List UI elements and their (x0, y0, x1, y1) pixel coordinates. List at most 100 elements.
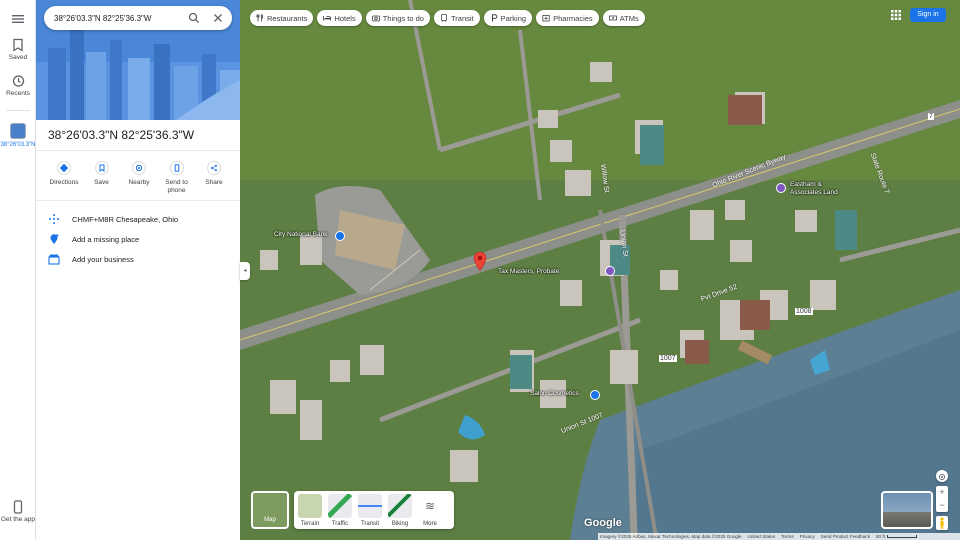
search-box[interactable] (44, 6, 232, 30)
street-view-thumbnail[interactable] (881, 491, 933, 529)
transit-thumbnail (358, 494, 382, 518)
add-missing-place-text: Add a missing place (72, 234, 140, 244)
send-to-phone-label: Send to phone (165, 179, 188, 194)
chip-pharmacies[interactable]: Pharmacies (536, 10, 599, 26)
route-shield-1008: 1008 (795, 308, 813, 315)
map-layer-label: Map (264, 517, 276, 523)
location-pin-icon[interactable] (473, 251, 487, 271)
apps-grid-icon[interactable] (890, 9, 902, 21)
saved-button[interactable]: Saved (0, 38, 36, 61)
chip-things-to-do-label: Things to do (382, 13, 424, 23)
map-layer-toggle[interactable]: Map (251, 491, 289, 529)
chip-pharmacies-label: Pharmacies (553, 13, 593, 23)
get-app-label: Get the app (1, 516, 35, 523)
privacy-link[interactable]: Privacy (800, 533, 815, 540)
zoom-control: + − (936, 486, 948, 512)
recent-place-thumbnail[interactable] (10, 123, 26, 139)
layers-stack-icon: ≋ (418, 494, 442, 518)
recents-button[interactable]: Recents (0, 74, 36, 97)
chip-parking-label: Parking (500, 13, 527, 23)
zoom-in-button[interactable]: + (936, 486, 948, 499)
imagery-attribution: Imagery ©2025 Airbus, Maxar Technologies… (600, 534, 742, 539)
share-button[interactable]: Share (196, 161, 232, 201)
poi-label-bank[interactable]: City National Bank (274, 231, 327, 238)
chip-hotels-label: Hotels (334, 13, 356, 23)
crosshair-icon (938, 473, 946, 481)
phone-icon (13, 500, 23, 514)
layer-more[interactable]: ≋ More (418, 494, 442, 527)
directions-button[interactable]: Directions (46, 161, 82, 201)
search-icon[interactable] (188, 12, 200, 24)
atm-icon (608, 15, 617, 21)
poi-label-salon[interactable]: Salon Cosmetics (530, 390, 579, 397)
biking-thumbnail (388, 494, 412, 518)
search-input[interactable] (54, 11, 179, 25)
add-business-row[interactable]: Add your business (48, 250, 134, 268)
send-to-phone-button[interactable]: Send to phone (159, 161, 195, 201)
service-pin-icon[interactable] (605, 266, 615, 276)
save-button[interactable]: Save (84, 161, 120, 201)
traffic-thumbnail (328, 494, 352, 518)
saved-label: Saved (8, 54, 28, 61)
chip-restaurants[interactable]: Restaurants (250, 10, 314, 26)
sign-in-button[interactable]: Sign in (910, 8, 946, 22)
bank-pin-icon[interactable] (335, 231, 345, 241)
transit-icon (441, 14, 447, 22)
recent-place-label[interactable]: 38°26'03.3"N (0, 142, 36, 149)
chip-restaurants-label: Restaurants (267, 13, 308, 23)
shop-pin-icon[interactable] (590, 390, 600, 400)
save-label: Save (94, 179, 109, 186)
bookmark-icon (13, 38, 23, 52)
layer-transit-label: Transit (360, 521, 380, 527)
layer-terrain[interactable]: Terrain (298, 494, 322, 527)
category-chips: Restaurants Hotels Things to do Transit … (250, 10, 645, 28)
layer-terrain-label: Terrain (300, 521, 320, 527)
plus-code-row[interactable]: CHMF+M8R Chesapeake, Ohio (48, 210, 178, 228)
layer-biking-label: Biking (391, 521, 409, 527)
feedback-link[interactable]: Send Product Feedback (821, 533, 870, 540)
title-divider (36, 150, 240, 151)
plus-code-icon (49, 214, 59, 224)
terms-link[interactable]: Terms (781, 533, 794, 540)
share-icon (207, 161, 221, 175)
chevron-left-icon: ◂ (243, 268, 247, 274)
chip-transit[interactable]: Transit (433, 10, 480, 26)
poi-label-eastham[interactable]: Eastham & (790, 181, 822, 188)
zoom-out-button[interactable]: − (936, 499, 948, 512)
nearby-label: Nearby (128, 179, 150, 186)
country-link[interactable]: United States (748, 533, 776, 540)
layer-traffic[interactable]: Traffic (328, 494, 352, 527)
chip-things-to-do[interactable]: Things to do (365, 10, 430, 26)
map-footer: Imagery ©2025 Airbus, Maxar Technologies… (598, 533, 960, 540)
get-app-button[interactable]: Get the app (0, 500, 36, 523)
poi-label-eastham-2[interactable]: Associates Land (790, 189, 838, 196)
chip-atms-label: ATMs (619, 13, 639, 23)
my-location-button[interactable] (936, 470, 948, 482)
business-pin-icon[interactable] (776, 183, 786, 193)
layer-transit[interactable]: Transit (358, 494, 382, 527)
pegman-icon[interactable] (936, 516, 948, 530)
chip-atms[interactable]: ATMs (602, 10, 645, 26)
route-shield-1007: 1007 (659, 355, 677, 362)
chip-hotels[interactable]: Hotels (317, 10, 362, 26)
menu-button[interactable] (0, 12, 36, 28)
recents-label: Recents (6, 90, 30, 97)
layer-biking[interactable]: Biking (388, 494, 412, 527)
bookmark-icon (94, 161, 109, 175)
nearby-button[interactable]: Nearby (121, 161, 157, 201)
close-icon[interactable] (212, 12, 224, 24)
place-panel: 38°26'03.3"N 82°25'36.3"W Directions Sav… (36, 0, 240, 540)
collapse-panel-button[interactable]: ◂ (240, 262, 250, 280)
add-missing-place-row[interactable]: Add a missing place (48, 230, 139, 248)
chip-parking[interactable]: Parking (483, 10, 533, 26)
chip-transit-label: Transit (450, 13, 474, 23)
add-business-text: Add your business (72, 254, 134, 264)
poi-label-tax[interactable]: Tax Masters, Probate (498, 268, 559, 275)
map-canvas[interactable] (240, 0, 960, 540)
scale-label: 50 ft (876, 534, 885, 539)
scale-indicator[interactable]: 50 ft (876, 533, 917, 540)
left-rail: Saved Recents 38°26'03.3"N Get the app (0, 0, 36, 540)
camera-icon (371, 15, 380, 22)
hamburger-icon (12, 15, 24, 23)
business-icon (48, 254, 60, 265)
